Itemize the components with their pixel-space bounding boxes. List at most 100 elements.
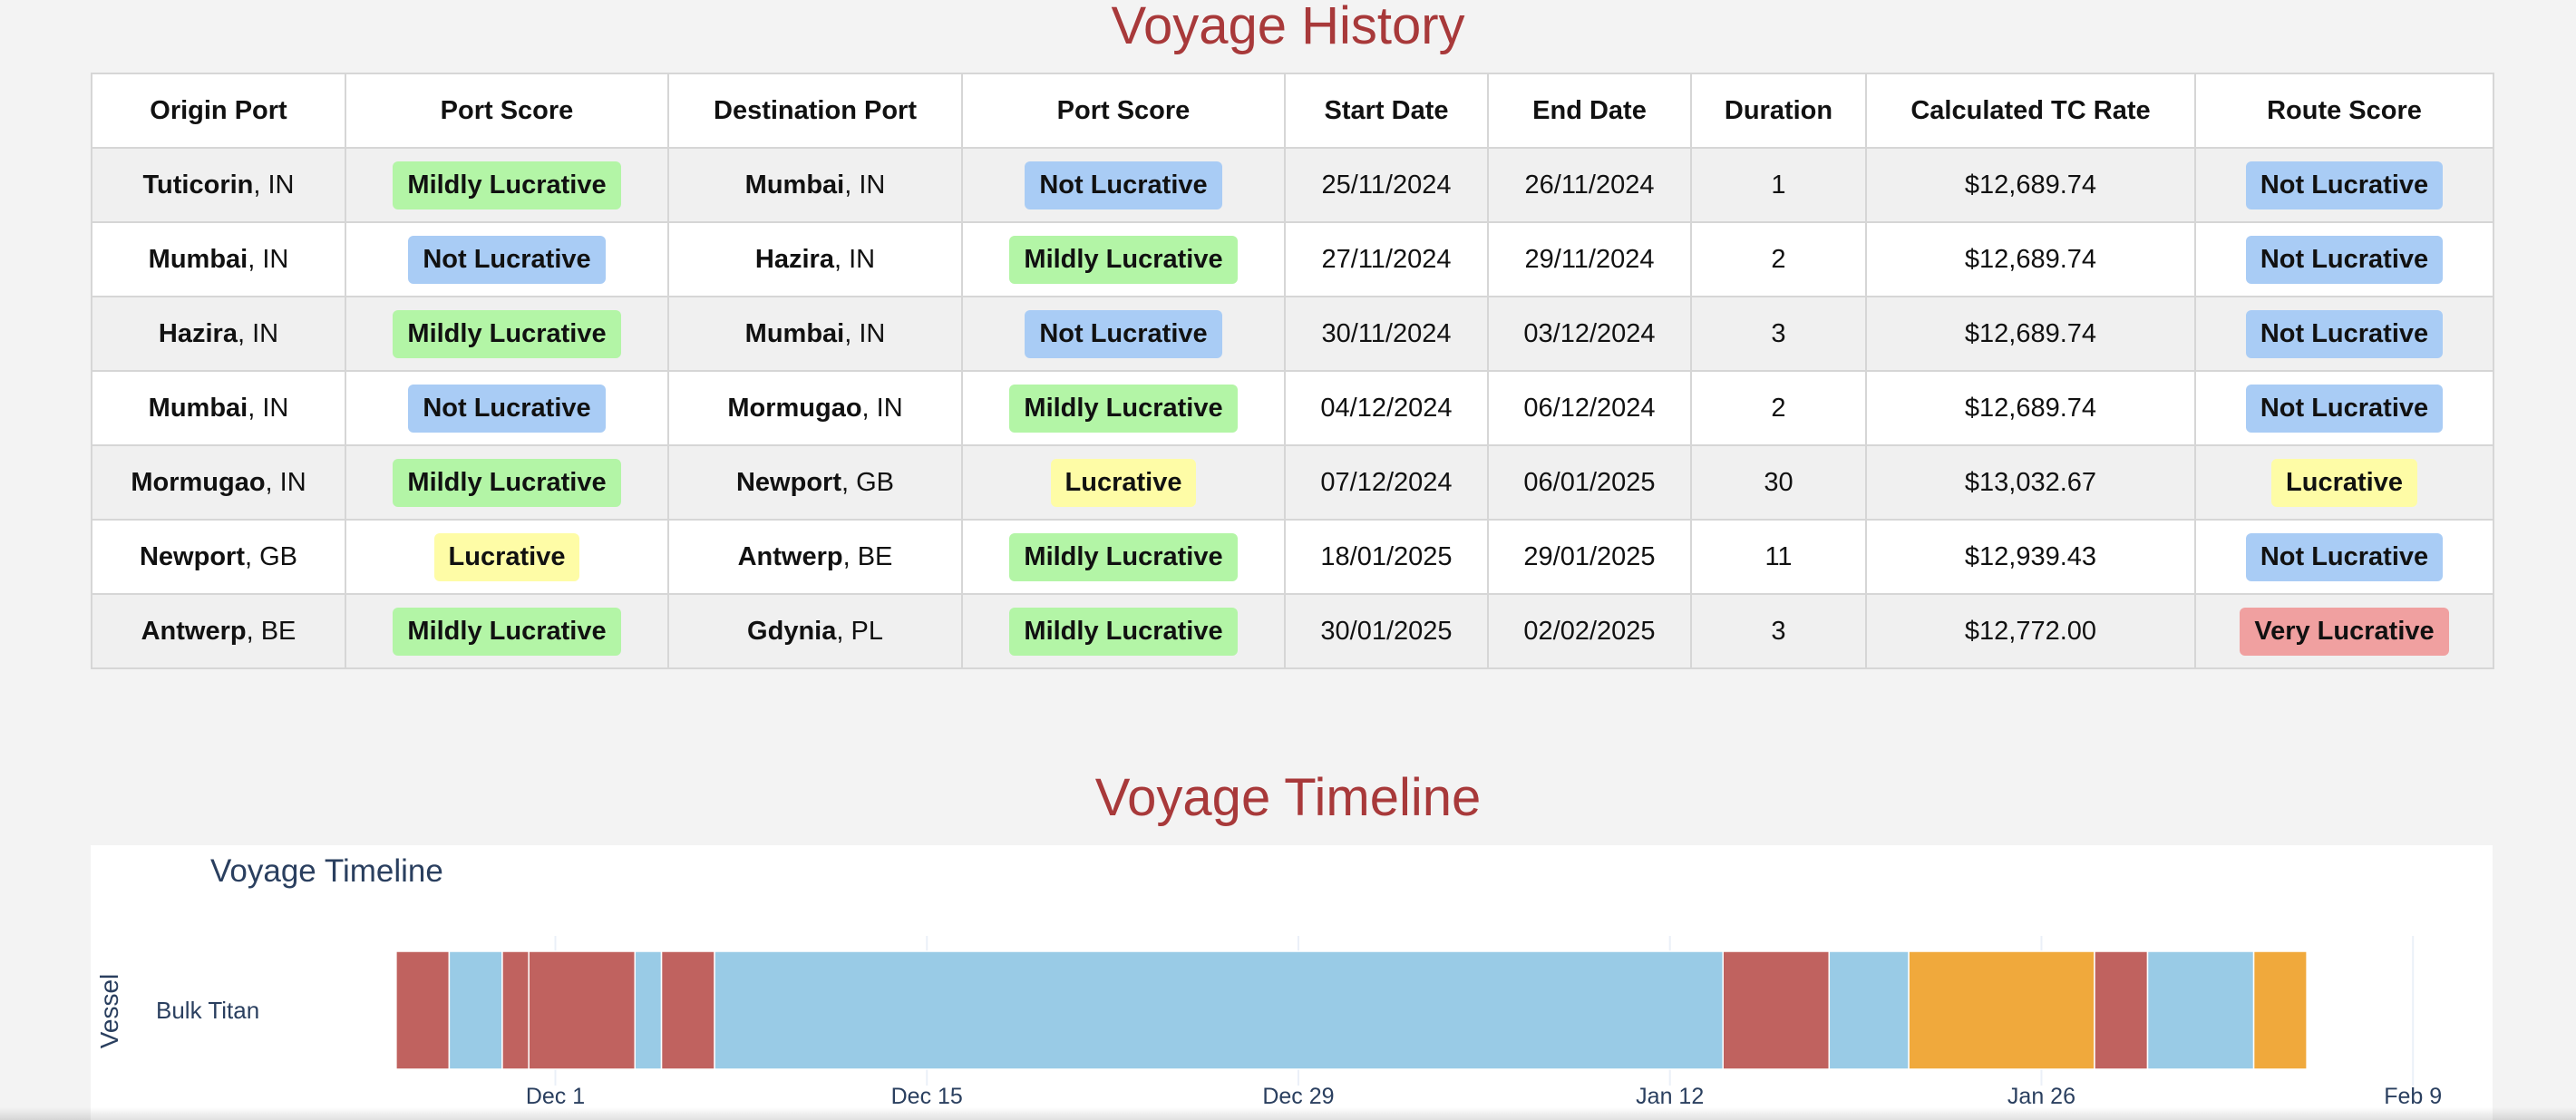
route-score-cell: Not Lucrative [2194,296,2494,372]
y-axis-labels: Bulk Titan [156,997,259,1024]
destination-port-cell: Gdynia, PL [667,593,963,669]
column-header-tc-rate[interactable]: Calculated TC Rate [1865,73,2196,149]
start-date-cell: 07/12/2024 [1284,444,1489,521]
destination-port-score-badge: Mildly Lucrative [1009,532,1238,581]
route-score-cell: Not Lucrative [2194,519,2494,595]
destination-port-name: Mormugao [727,393,862,423]
tc-rate-cell: $12,939.43 [1865,519,2196,595]
destination-port-score-cell: Mildly Lucrative [961,519,1286,595]
table-header-row: Origin Port Port Score Destination Port … [91,73,2494,149]
destination-port-score-badge: Lucrative [1050,458,1197,507]
destination-port-score-cell: Not Lucrative [961,296,1286,372]
duration-cell: 1 [1690,147,1867,223]
start-date-cell: 04/12/2024 [1284,370,1489,446]
origin-port-cell: Mumbai, IN [91,221,346,297]
route-score-badge: Not Lucrative [2245,309,2444,358]
end-date-cell: 26/11/2024 [1487,147,1692,223]
route-score-cell: Not Lucrative [2194,370,2494,446]
destination-port-name: Gdynia [747,616,837,646]
origin-port-score-cell: Mildly Lucrative [345,147,669,223]
voyage-history-title: Voyage History [1111,0,1465,55]
y-axis-title: Vessel [95,974,123,1049]
timeline-segment[interactable] [448,950,503,1070]
start-date-cell: 27/11/2024 [1284,221,1489,297]
origin-port-score-badge: Mildly Lucrative [393,309,621,358]
origin-port-score-badge: Mildly Lucrative [393,161,621,209]
voyage-timeline-section-title: Voyage Timeline [1094,768,1482,827]
origin-port-name: Tuticorin [142,170,254,200]
route-score-cell: Not Lucrative [2194,147,2494,223]
origin-port-score-cell: Mildly Lucrative [345,296,669,372]
x-axis-ticks: Dec 1 Dec 15 Dec 29 Jan 12 Jan 26 Feb 9 [526,1084,2442,1109]
origin-port-name: Hazira [158,318,238,348]
route-score-cell: Lucrative [2194,444,2494,521]
timeline-segment[interactable] [1828,950,1910,1070]
timeline-segment[interactable] [2252,950,2308,1070]
timeline-segment[interactable] [528,950,637,1070]
table-row: Mumbai, IN Not Lucrative Hazira, IN Mild… [91,221,2494,297]
tc-rate-cell: $12,772.00 [1865,593,2196,669]
x-tick-label: Dec 29 [1262,1084,1334,1109]
duration-cell: 2 [1690,370,1867,446]
table-row: Antwerp, BE Mildly Lucrative Gdynia, PL … [91,593,2494,669]
timeline-segment[interactable] [634,950,663,1070]
timeline-segment[interactable] [2146,950,2255,1070]
tc-rate-cell: $12,689.74 [1865,370,2196,446]
bottom-shadow [0,1107,2576,1120]
tc-rate-cell: $12,689.74 [1865,221,2196,297]
origin-port-score-badge: Not Lucrative [408,384,606,433]
origin-port-cell: Antwerp, BE [91,593,346,669]
destination-port-name: Mumbai [744,170,845,200]
destination-port-score-badge: Mildly Lucrative [1009,607,1238,656]
duration-cell: 2 [1690,221,1867,297]
destination-port-score-badge: Not Lucrative [1025,161,1222,209]
route-score-badge: Not Lucrative [2245,532,2444,581]
origin-port-score-cell: Mildly Lucrative [345,444,669,521]
table-row: Newport, GB Lucrative Antwerp, BE Mildly… [91,519,2494,595]
voyage-timeline-chart: Voyage Timeline Vessel Bulk Titan Dec 1D… [91,845,2493,1120]
destination-port-score-badge: Mildly Lucrative [1009,235,1238,284]
route-score-badge: Very Lucrative [2240,607,2449,656]
origin-port-country: , BE [246,616,296,646]
timeline-segment[interactable] [501,950,530,1070]
route-score-cell: Not Lucrative [2194,221,2494,297]
timeline-segment[interactable] [1722,950,1831,1070]
column-header-end-date[interactable]: End Date [1487,73,1692,149]
route-score-cell: Very Lucrative [2194,593,2494,669]
origin-port-name: Mormugao [131,467,266,497]
timeline-segment[interactable] [714,950,1724,1070]
column-header-origin-port[interactable]: Origin Port [91,73,346,149]
column-header-destination-port[interactable]: Destination Port [667,73,963,149]
column-header-destination-port-score[interactable]: Port Score [961,73,1286,149]
x-tick-label: Feb 9 [2384,1084,2442,1109]
origin-port-cell: Tuticorin, IN [91,147,346,223]
origin-port-cell: Mormugao, IN [91,444,346,521]
column-header-start-date[interactable]: Start Date [1284,73,1489,149]
column-header-route-score[interactable]: Route Score [2194,73,2494,149]
tc-rate-cell: $13,032.67 [1865,444,2196,521]
duration-cell: 3 [1690,296,1867,372]
destination-port-cell: Mumbai, IN [667,296,963,372]
timeline-segment[interactable] [660,950,715,1070]
timeline-segment[interactable] [1908,950,2095,1070]
timeline-segment[interactable] [2094,950,2149,1070]
table-row: Tuticorin, IN Mildly Lucrative Mumbai, I… [91,147,2494,223]
column-header-duration[interactable]: Duration [1690,73,1867,149]
timeline-chart-svg: Voyage Timeline Vessel Bulk Titan Dec 1D… [95,853,2442,1109]
destination-port-country: , GB [841,467,894,497]
column-header-origin-port-score[interactable]: Port Score [345,73,669,149]
destination-port-name: Antwerp [737,541,843,571]
origin-port-score-badge: Lucrative [433,532,580,581]
origin-port-country: , GB [244,541,297,571]
end-date-cell: 03/12/2024 [1487,296,1692,372]
timeline-segment[interactable] [395,950,451,1070]
origin-port-score-cell: Lucrative [345,519,669,595]
table-row: Hazira, IN Mildly Lucrative Mumbai, IN N… [91,296,2494,372]
voyage-history-table: Origin Port Port Score Destination Port … [91,73,2494,669]
destination-port-name: Newport [735,467,841,497]
destination-port-name: Mumbai [744,318,845,348]
tc-rate-cell: $12,689.74 [1865,296,2196,372]
end-date-cell: 29/11/2024 [1487,221,1692,297]
destination-port-score-cell: Mildly Lucrative [961,593,1286,669]
origin-port-cell: Mumbai, IN [91,370,346,446]
